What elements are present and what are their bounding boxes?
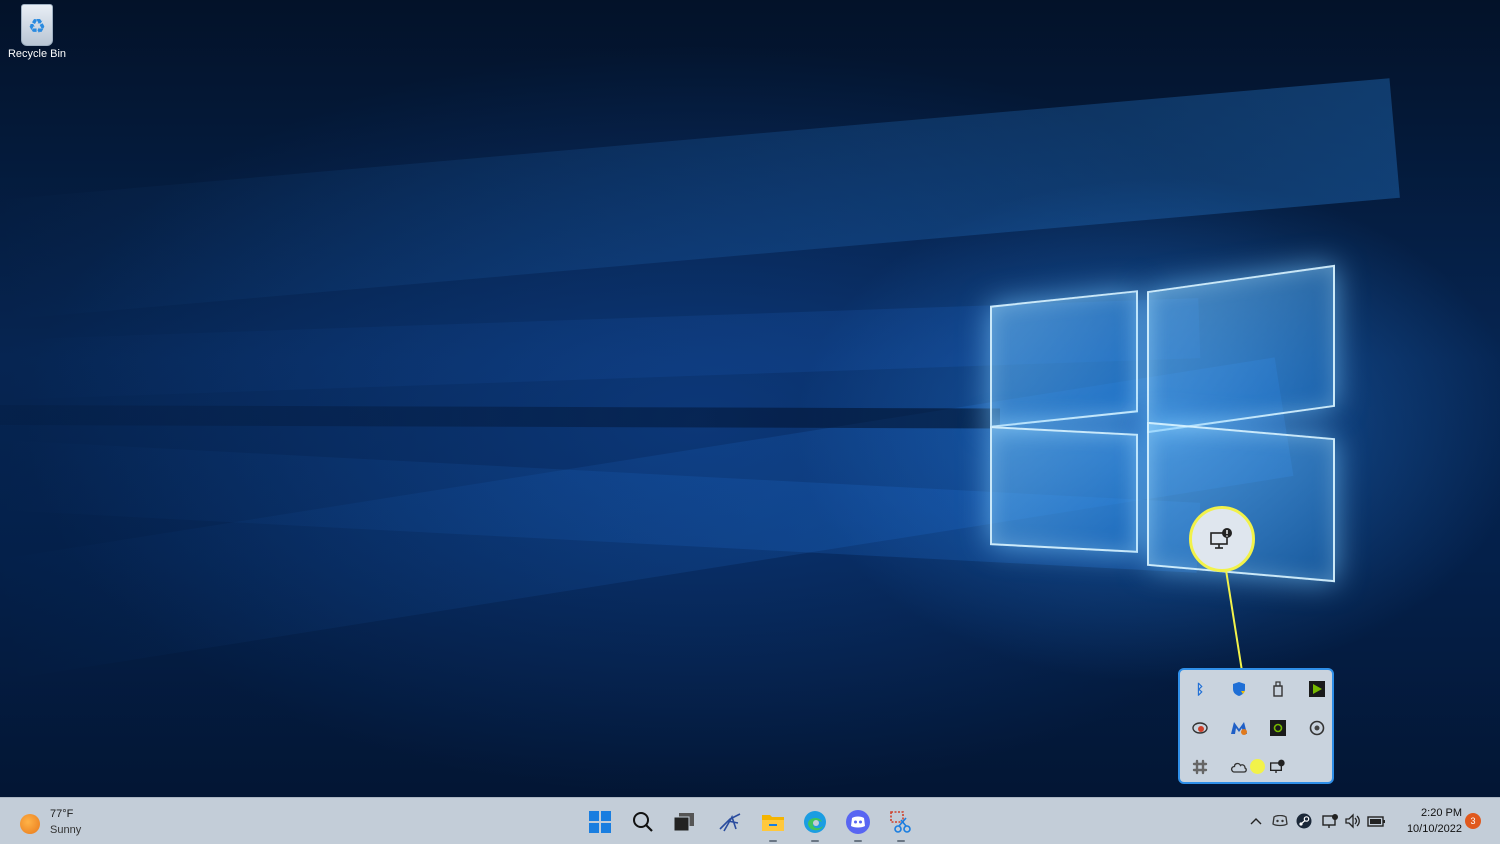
slack-icon[interactable] — [1189, 756, 1211, 778]
sun-icon — [20, 814, 40, 834]
running-indicator — [769, 840, 777, 842]
project-display-icon — [1210, 528, 1232, 549]
taskbar-app-button[interactable] — [714, 806, 746, 838]
malwarebytes-icon[interactable] — [1228, 717, 1250, 739]
steam-icon[interactable] — [1294, 811, 1314, 831]
clock[interactable]: 2:20 PM 10/10/2022 — [1396, 805, 1462, 837]
desktop-background: ♻ Recycle Bin ᛒ — [0, 0, 1500, 797]
discord-icon — [846, 810, 870, 834]
search-icon — [633, 812, 653, 832]
discord-button[interactable] — [842, 806, 874, 842]
nvidia-icon[interactable] — [1306, 678, 1328, 700]
chevron-up-icon — [1250, 818, 1262, 825]
usb-drive-icon[interactable] — [1267, 678, 1289, 700]
start-button[interactable] — [584, 806, 616, 838]
clock-time: 2:20 PM — [1421, 807, 1462, 819]
running-indicator — [854, 840, 862, 842]
snipping-tool-button[interactable] — [885, 806, 917, 842]
weather-condition: Sunny — [50, 824, 82, 836]
battery-icon[interactable] — [1367, 811, 1387, 831]
file-explorer-icon — [762, 815, 784, 831]
callout-magnifier — [1189, 506, 1255, 572]
show-hidden-icons-button[interactable] — [1246, 811, 1266, 831]
volume-icon[interactable] — [1343, 811, 1363, 831]
task-view-button[interactable] — [668, 806, 700, 838]
clock-date: 10/10/2022 — [1406, 823, 1462, 835]
onedrive-icon[interactable] — [1228, 756, 1250, 778]
network-icon[interactable] — [1320, 811, 1340, 831]
callout-pointer-dot — [1250, 759, 1265, 774]
running-indicator — [811, 840, 819, 842]
nvidia-broadcast-icon[interactable] — [1267, 717, 1289, 739]
edge-icon — [804, 811, 826, 833]
search-button[interactable] — [627, 806, 659, 838]
windows-security-icon[interactable] — [1228, 678, 1250, 700]
power-icon[interactable] — [1306, 717, 1328, 739]
file-explorer-button[interactable] — [757, 806, 789, 842]
taskbar: 77°F Sunny 2:20 PM 10/10/2022 3 — [0, 797, 1500, 844]
snipping-tool-icon — [890, 811, 911, 833]
weather-temperature: 77°F — [50, 808, 74, 820]
app-icon — [719, 813, 741, 832]
edge-button[interactable] — [799, 806, 831, 842]
notification-badge[interactable]: 3 — [1465, 813, 1481, 829]
task-view-icon — [673, 813, 694, 832]
bluetooth-icon[interactable]: ᛒ — [1189, 678, 1211, 700]
project-display-icon[interactable] — [1267, 756, 1289, 778]
running-indicator — [897, 840, 905, 842]
start-icon — [589, 811, 611, 833]
geforce-experience-icon[interactable] — [1189, 717, 1211, 739]
discord-tray-icon[interactable] — [1270, 811, 1290, 831]
